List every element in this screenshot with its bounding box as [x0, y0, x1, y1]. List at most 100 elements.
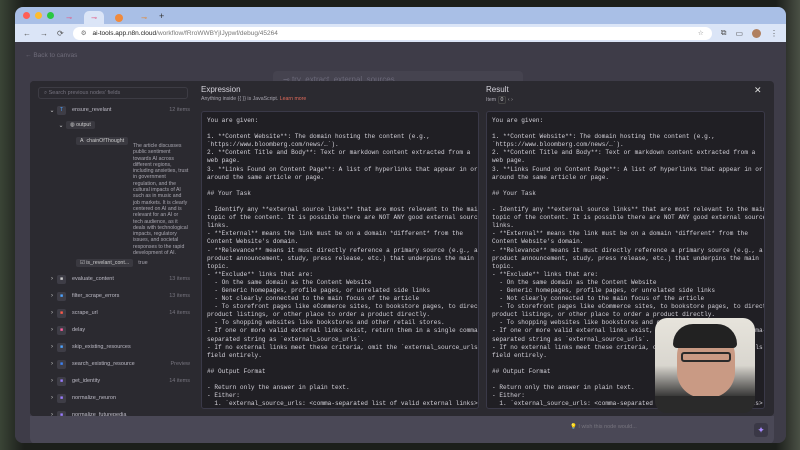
prompt-line: - If no external links meet these criter… — [207, 343, 479, 351]
tab-bar: ⊸ ⊸ ⊸ + — [15, 7, 786, 24]
fields-search-input[interactable]: ⌕ Search previous nodes' fields — [38, 87, 188, 99]
minimize-window-button[interactable] — [35, 12, 42, 19]
prompt-line: 1. **Content Website**: The domain hosti… — [207, 133, 431, 141]
site-settings-icon[interactable]: ⚙ — [81, 29, 87, 37]
tree-node[interactable]: › ■ get_identity 14 items — [47, 375, 190, 387]
prompt-line: - Identify any **external source links**… — [207, 206, 479, 214]
bookmark-star-icon[interactable]: ☆ — [698, 29, 704, 37]
prompt-line: 1. `external_source_urls: <comma-separat… — [207, 400, 479, 408]
node-name: delay — [72, 327, 86, 333]
url-input[interactable]: ⚙ ai-tools.app.n8n.cloud/workflow/fRroWW… — [72, 26, 712, 40]
tree-node[interactable]: › ■ skip_existing_resources — [47, 341, 190, 353]
chevron-right-icon[interactable]: › — [47, 293, 57, 299]
tree-node[interactable]: › ■ filter_scrape_errors 13 items — [47, 290, 190, 302]
tree-node[interactable]: › ■ scrape_url 14 items — [47, 307, 190, 319]
chevron-right-icon[interactable]: › — [47, 361, 57, 367]
sign-in-icon: ■ — [57, 308, 66, 318]
pause-icon: ■ — [57, 325, 66, 335]
prompt-line: Content Website's domain. — [207, 238, 299, 246]
boolean-field-pill[interactable]: ☑ is_revelant_cont... — [76, 259, 134, 267]
presenter-shirt — [655, 396, 755, 413]
side-panel-icon[interactable]: ▭ — [735, 29, 743, 38]
prompt-line: - **Relevance** means it must directly r… — [207, 246, 478, 254]
chevron-right-icon[interactable]: › — [47, 344, 57, 350]
chevron-right-icon[interactable]: › — [47, 327, 57, 333]
chevron-down-icon[interactable]: ⌄ — [56, 122, 66, 129]
prompt-line: - **External** means the link must be on… — [207, 230, 463, 238]
tab-other[interactable] — [109, 11, 129, 24]
prompt-line: - Either: — [207, 392, 240, 400]
chevron-right-icon[interactable]: › — [47, 395, 57, 401]
database-icon: ■ — [57, 359, 66, 369]
node-name: evaluate_content — [72, 276, 114, 282]
field-label: output — [76, 122, 91, 128]
profile-avatar[interactable] — [752, 28, 761, 38]
presenter-cap — [673, 324, 737, 348]
prompt-line: ## Your Task — [207, 189, 251, 197]
search-placeholder: Search previous nodes' fields — [48, 90, 121, 96]
string-field-pill[interactable]: A chainOfThought — [76, 137, 129, 145]
feedback-input[interactable]: 💡 I wish this node would... — [570, 424, 637, 430]
menu-icon[interactable]: ⋮ — [770, 29, 778, 38]
prompt-line: - On the same domain as the Content Webs… — [492, 278, 657, 286]
tree-field-is-relevant[interactable]: ☑ is_revelant_cont... true — [76, 257, 148, 269]
tab-other-2[interactable]: ⊸ — [134, 11, 154, 24]
prompt-line: - If one or more valid external links ex… — [207, 327, 479, 335]
prompt-line: topic of the content. It is possible the… — [207, 214, 479, 222]
chevron-right-icon[interactable]: › — [47, 276, 57, 282]
prompt-line: topic of the content. It is possible the… — [492, 214, 765, 222]
prev-item-icon[interactable]: ‹ — [508, 97, 510, 103]
prompt-line: topic. — [492, 262, 514, 270]
maximize-window-button[interactable] — [47, 12, 54, 19]
forward-icon[interactable]: → — [40, 29, 48, 38]
prompt-line: - **Relevance** means it must directly r… — [492, 246, 763, 254]
prompt-line: topic. — [207, 262, 229, 270]
feedback-placeholder: I wish this node would... — [578, 424, 637, 430]
tab-n8n[interactable]: ⊸ — [59, 11, 79, 24]
prompt-line: You are given: — [492, 117, 544, 124]
close-icon[interactable]: ✕ — [754, 85, 762, 96]
tree-node[interactable]: › ■ search_existing_resource Preview — [47, 358, 190, 370]
tree-field-output[interactable]: ⌄ ◍ output — [56, 119, 216, 131]
learn-more-link[interactable]: Learn more — [280, 96, 307, 102]
prompt-line: - Return only the answer in plain text. — [207, 384, 350, 392]
back-icon[interactable]: ← — [23, 29, 31, 38]
tree-node[interactable]: › ■ normalize_futurepedia — [47, 409, 190, 416]
tree-node[interactable]: › ■ evaluate_content 13 items — [47, 273, 190, 285]
tree-node[interactable]: › ■ normalize_neuron — [47, 392, 190, 404]
ai-assistant-sparkle-icon[interactable]: ✦ — [754, 423, 768, 437]
chevron-right-icon[interactable]: › — [47, 310, 57, 316]
link-icon: ■ — [57, 274, 66, 284]
tree-field-chain-of-thought[interactable]: A chainOfThought — [76, 135, 129, 147]
prompt-line — [207, 125, 473, 133]
item-count: 14 items — [169, 378, 190, 384]
prompt-line: links. — [492, 222, 514, 230]
expression-editor[interactable]: You are given: 1. **Content Website**: Th… — [201, 111, 479, 409]
chevron-right-icon[interactable]: › — [47, 378, 57, 384]
extensions-icon[interactable]: ⧉ — [721, 28, 727, 38]
new-tab-button[interactable]: + — [159, 11, 164, 21]
tab-n8n-active[interactable]: ⊸ — [84, 11, 104, 24]
tree-node[interactable]: › ■ delay — [47, 324, 190, 336]
chevron-down-icon[interactable]: ⌄ — [47, 107, 57, 114]
prompt-line: around the same article or page. — [207, 173, 325, 181]
reload-icon[interactable]: ⟳ — [57, 29, 64, 38]
item-index-input[interactable]: 0 — [497, 96, 507, 104]
item-count: 13 items — [169, 276, 190, 282]
prompt-line: You are given: — [207, 117, 259, 124]
close-window-button[interactable] — [23, 12, 30, 19]
prompt-line: Content Website's domain. — [492, 238, 584, 246]
back-to-canvas-link[interactable]: ← Back to canvas — [25, 52, 77, 59]
object-field-pill[interactable]: ◍ output — [66, 121, 95, 129]
prompt-line: product listings, or other place to orde… — [207, 311, 431, 319]
node-name: scrape_url — [72, 310, 98, 316]
tree-node-ensure-revelant[interactable]: ⌄ T ensure_revelant 12 items — [47, 104, 190, 116]
filter-icon: ■ — [57, 291, 66, 301]
filter-icon: ■ — [57, 342, 66, 352]
prompt-line — [492, 182, 759, 190]
webcam-overlay — [655, 318, 755, 413]
next-item-icon[interactable]: › — [511, 97, 513, 103]
prompt-line: field entirely. — [207, 351, 262, 359]
prompt-line: - Not clearly connected to the main focu… — [207, 295, 420, 303]
field-label: chainOfThought — [86, 138, 125, 144]
